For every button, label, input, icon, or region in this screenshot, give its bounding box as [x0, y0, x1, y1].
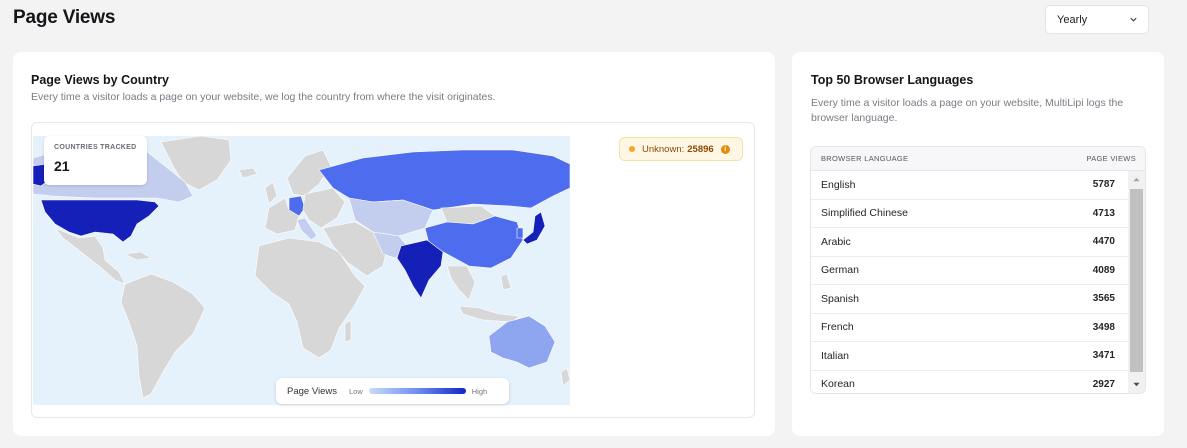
language-name: English: [821, 178, 856, 191]
country-india[interactable]: [396, 239, 444, 299]
countries-tracked-box: COUNTRIES TRACKED 21: [44, 136, 147, 185]
countries-tracked-label: COUNTRIES TRACKED: [54, 144, 137, 151]
language-views: 2927: [1092, 378, 1115, 390]
column-header-views: PAGE VIEWS: [1086, 154, 1136, 163]
map-legend: Page Views Low High: [276, 378, 509, 404]
chevron-down-icon: [1130, 17, 1137, 22]
language-card-title: Top 50 Browser Languages: [811, 73, 974, 87]
language-name: Spanish: [821, 292, 859, 305]
language-name: German: [821, 264, 859, 277]
country-mexico[interactable]: [54, 227, 126, 285]
table-scrollbar[interactable]: [1128, 171, 1145, 393]
map-panel: COUNTRIES TRACKED 21 Unknown: 25896 i Pa…: [31, 122, 755, 418]
info-icon[interactable]: i: [720, 144, 730, 154]
country-card: Page Views by Country Every time a visit…: [13, 52, 775, 436]
country-usa[interactable]: [40, 199, 160, 243]
column-header-language: BROWSER LANGUAGE: [821, 154, 909, 163]
period-select[interactable]: Yearly: [1045, 5, 1149, 34]
unknown-badge[interactable]: Unknown: 25896 i: [619, 137, 743, 161]
country-card-title: Page Views by Country: [31, 73, 170, 87]
scrollbar-thumb[interactable]: [1130, 189, 1143, 372]
scroll-down-arrow-icon[interactable]: [1132, 380, 1141, 389]
country-iceland[interactable]: [238, 167, 258, 179]
scroll-up-arrow-icon[interactable]: [1132, 175, 1141, 184]
table-row: German 4089: [811, 257, 1145, 285]
language-views: 4713: [1092, 207, 1115, 219]
language-views: 4470: [1092, 236, 1115, 248]
language-card: Top 50 Browser Languages Every time a vi…: [792, 52, 1164, 436]
country-australia[interactable]: [488, 315, 556, 369]
unknown-dot-icon: [629, 146, 635, 152]
language-table-body[interactable]: English 5787 Simplified Chinese 4713 Ara…: [811, 171, 1145, 393]
table-row: Spanish 3565: [811, 285, 1145, 314]
region-south-america[interactable]: [120, 273, 206, 399]
language-card-description: Every time a visitor loads a page on you…: [811, 97, 1124, 124]
country-new-zealand[interactable]: [560, 367, 570, 387]
language-table: BROWSER LANGUAGE PAGE VIEWS English 5787…: [810, 146, 1146, 394]
page-title: Page Views: [13, 7, 116, 28]
country-korea[interactable]: [516, 227, 524, 239]
table-row: Arabic 4470: [811, 228, 1145, 257]
unknown-value: 25896: [687, 143, 714, 155]
table-row: French 3498: [811, 314, 1145, 342]
table-row: English 5787: [811, 171, 1145, 200]
language-views: 3471: [1092, 350, 1115, 362]
legend-high-label: High: [471, 386, 488, 396]
country-uk[interactable]: [264, 181, 278, 205]
country-japan[interactable]: [522, 211, 546, 245]
unknown-label: Unknown:: [642, 143, 685, 155]
table-row: Korean 2927: [811, 371, 1145, 394]
region-caribbean[interactable]: [123, 251, 152, 261]
region-eastern-europe[interactable]: [302, 187, 346, 229]
language-name: Korean: [821, 378, 855, 391]
language-name: French: [821, 321, 854, 334]
language-table-header: BROWSER LANGUAGE PAGE VIEWS: [811, 147, 1145, 171]
legend-low-label: Low: [349, 386, 363, 396]
language-views: 4089: [1092, 264, 1115, 276]
countries-tracked-value: 21: [54, 158, 70, 174]
region-southeast-asia[interactable]: [446, 265, 476, 301]
legend-gradient-bar: [368, 388, 466, 394]
legend-title: Page Views: [287, 385, 337, 397]
period-select-value: Yearly: [1057, 13, 1088, 26]
language-name: Italian: [821, 349, 850, 362]
country-madagascar[interactable]: [344, 319, 352, 343]
language-name: Arabic: [821, 235, 851, 248]
language-views: 3498: [1092, 321, 1115, 333]
language-name: Simplified Chinese: [821, 207, 908, 220]
language-views: 3565: [1092, 293, 1115, 305]
language-views: 5787: [1092, 179, 1115, 191]
table-row: Simplified Chinese 4713: [811, 200, 1145, 228]
country-card-description: Every time a visitor loads a page on you…: [31, 91, 496, 103]
table-row: Italian 3471: [811, 342, 1145, 371]
